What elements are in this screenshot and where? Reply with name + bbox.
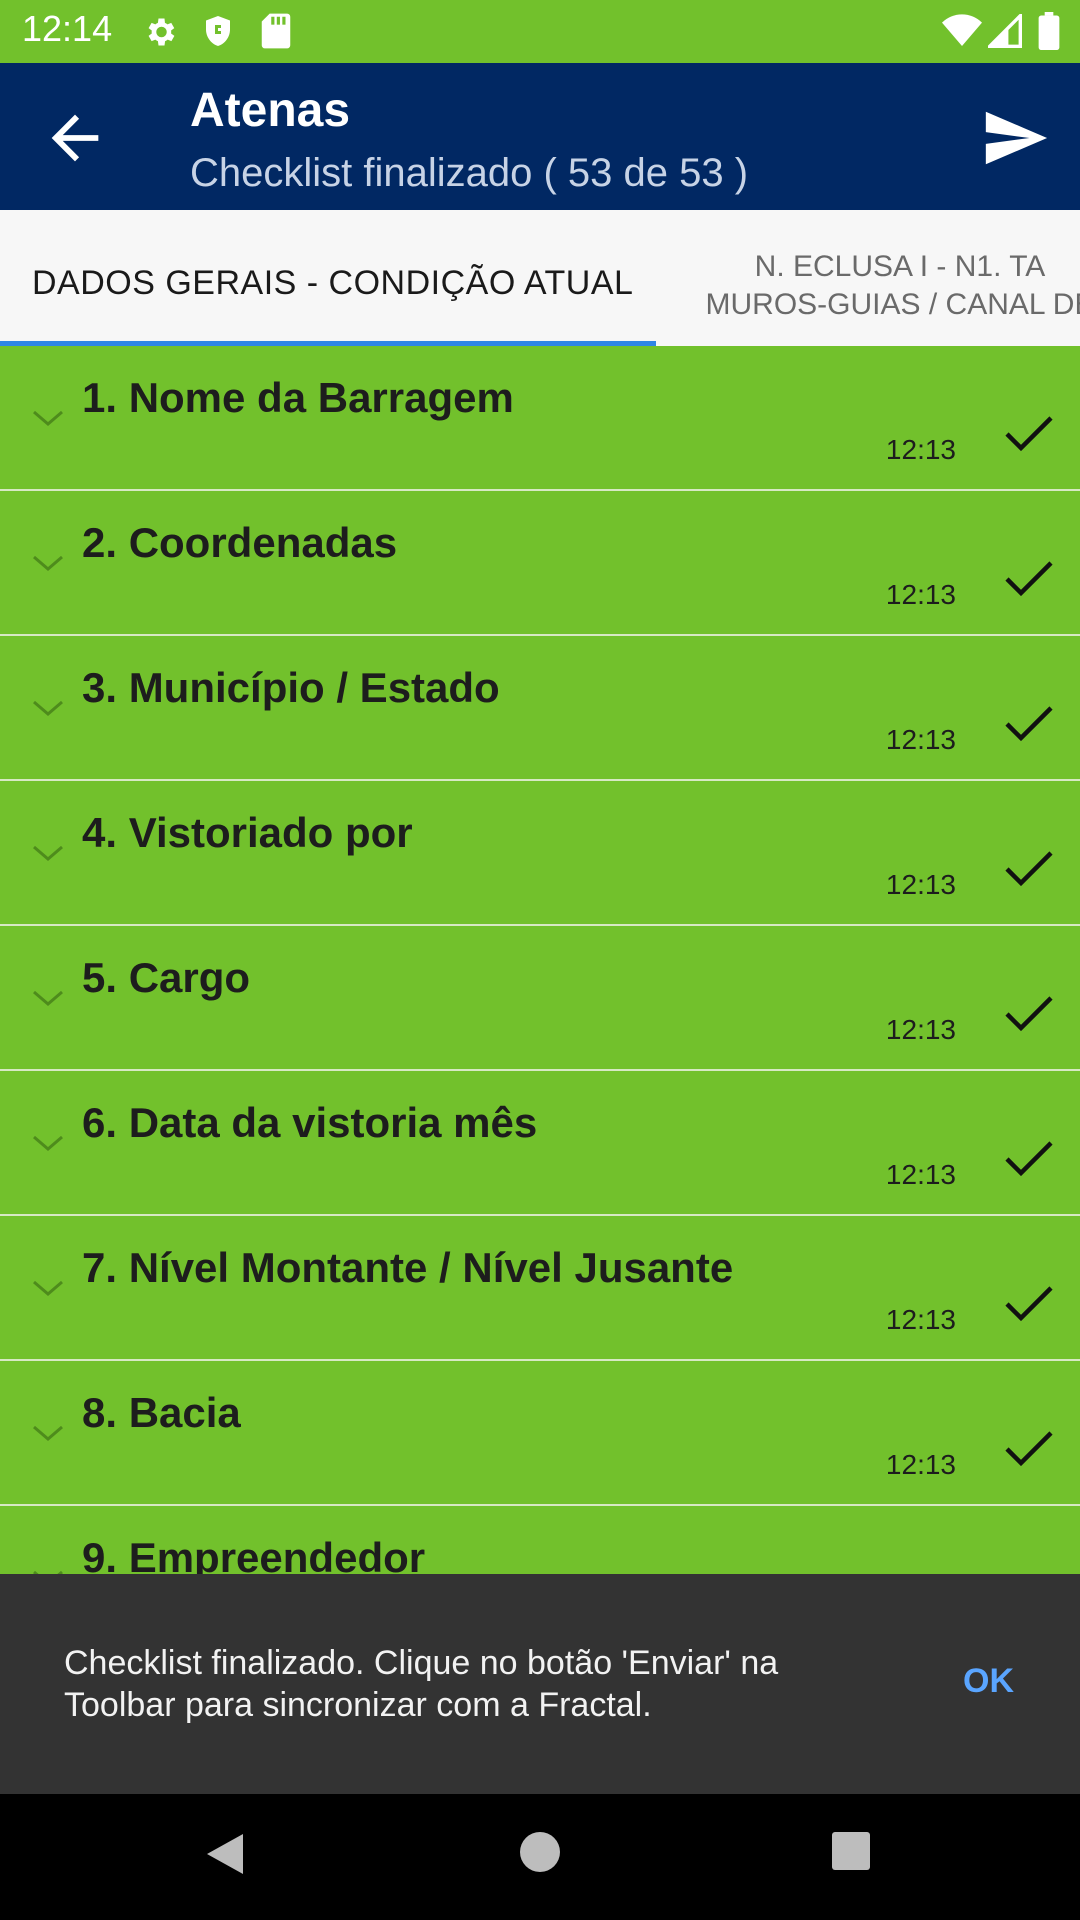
check-icon <box>1005 1141 1053 1177</box>
item-time: 12:13 <box>885 1014 956 1045</box>
chevron-down-icon <box>33 555 63 571</box>
item-label: 2. Coordenadas <box>82 519 398 566</box>
check-icon <box>1005 851 1053 887</box>
list-item[interactable]: 4. Vistoriado por 12:13 <box>0 781 1080 926</box>
item-time: 12:13 <box>885 579 956 610</box>
chevron-down-icon <box>33 1425 63 1441</box>
list-item[interactable]: 9. Empreendedor <box>0 1506 1080 1574</box>
list-item[interactable]: 2. Coordenadas 12:13 <box>0 491 1080 636</box>
page-subtitle: Checklist finalizado ( 53 de 53 ) <box>190 151 749 195</box>
check-icon <box>1005 1286 1053 1322</box>
tab-bar: DADOS GERAIS - CONDIÇÃO ATUAL N. ECLUSA … <box>0 210 1080 346</box>
list-item[interactable]: 7. Nível Montante / Nível Jusante 12:13 <box>0 1216 1080 1361</box>
snackbar: Checklist finalizado. Clique no botão 'E… <box>0 1574 1080 1794</box>
chevron-down-icon <box>33 990 63 1006</box>
tab-label-line1: N. ECLUSA I - N1. TA <box>754 250 1046 283</box>
chevron-down-icon <box>33 1280 63 1296</box>
nav-recents-icon[interactable] <box>832 1832 870 1870</box>
item-label: 6. Data da vistoria mês <box>82 1099 538 1146</box>
navigation-bar <box>0 1794 1080 1920</box>
item-time: 12:13 <box>885 1159 956 1190</box>
checklist: 1. Nome da Barragem 12:13 2. Coordenadas… <box>0 346 1080 1574</box>
item-label: 9. Empreendedor <box>82 1534 426 1574</box>
battery-icon <box>1038 12 1060 50</box>
shield-icon <box>206 16 230 46</box>
wifi-icon <box>942 14 982 46</box>
page-title: Atenas <box>190 84 351 137</box>
item-time: 12:13 <box>885 434 956 465</box>
back-button[interactable] <box>40 103 110 173</box>
sd-card-icon <box>261 13 291 49</box>
snackbar-message: Checklist finalizado. Clique no botão 'E… <box>64 1644 779 1724</box>
send-icon <box>985 111 1048 165</box>
settings-icon <box>148 18 175 46</box>
list-item[interactable]: 5. Cargo 12:13 <box>0 926 1080 1071</box>
check-icon <box>1005 706 1053 742</box>
status-bar: 12:14 <box>0 0 1080 63</box>
tab-label: DADOS GERAIS - CONDIÇÃO ATUAL <box>32 264 634 302</box>
item-label: 7. Nível Montante / Nível Jusante <box>82 1244 734 1291</box>
snackbar-ok-button[interactable]: OK <box>963 1662 1014 1701</box>
item-label: 4. Vistoriado por <box>82 809 413 856</box>
check-icon <box>1005 1431 1053 1467</box>
arrow-back-icon <box>51 114 99 162</box>
tab-dados-gerais[interactable]: DADOS GERAIS - CONDIÇÃO ATUAL <box>0 210 656 346</box>
toolbar: Atenas Checklist finalizado ( 53 de 53 ) <box>0 63 1080 210</box>
chevron-down-icon <box>33 1135 63 1151</box>
list-item[interactable]: 3. Município / Estado 12:13 <box>0 636 1080 781</box>
check-icon <box>1005 996 1053 1032</box>
chevron-down-icon <box>33 410 63 426</box>
tab-label-line2: MUROS-GUIAS / CANAL DE <box>705 288 1080 321</box>
item-time: 12:13 <box>885 724 956 755</box>
list-item[interactable]: 8. Bacia 12:13 <box>0 1361 1080 1506</box>
nav-home-icon[interactable] <box>520 1832 560 1872</box>
item-label: 8. Bacia <box>82 1389 241 1436</box>
check-icon <box>1005 416 1053 452</box>
item-label: 1. Nome da Barragem <box>82 374 514 421</box>
item-time: 12:13 <box>885 869 956 900</box>
nav-back-icon[interactable] <box>205 1832 245 1876</box>
signal-icon <box>988 14 1022 48</box>
list-item[interactable]: 6. Data da vistoria mês 12:13 <box>0 1071 1080 1216</box>
item-label: 5. Cargo <box>82 954 251 1001</box>
send-button[interactable] <box>980 103 1050 173</box>
chevron-down-icon <box>33 845 63 861</box>
status-time: 12:14 <box>22 8 113 49</box>
tab-eclusa[interactable]: N. ECLUSA I - N1. TA MUROS-GUIAS / CANAL… <box>690 248 1080 324</box>
item-time: 12:13 <box>885 1449 956 1480</box>
item-label: 3. Município / Estado <box>82 664 500 711</box>
chevron-down-icon <box>33 700 63 716</box>
item-time: 12:13 <box>885 1304 956 1335</box>
list-item[interactable]: 1. Nome da Barragem 12:13 <box>0 346 1080 491</box>
chevron-down-icon <box>33 1570 63 1574</box>
check-icon <box>1005 561 1053 597</box>
